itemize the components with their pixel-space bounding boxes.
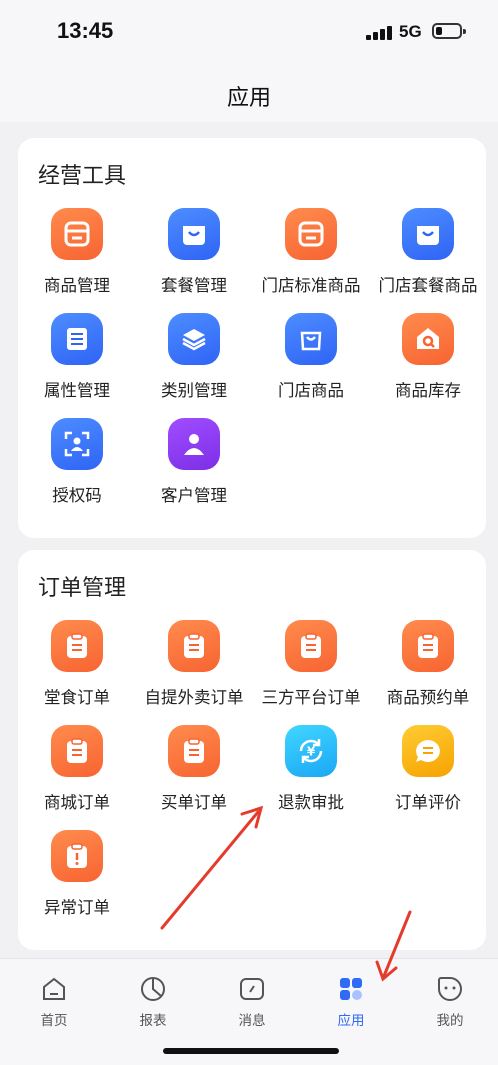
profile-icon: [438, 977, 462, 1001]
app-label: 门店商品: [278, 381, 344, 400]
app-label: 客户管理: [161, 486, 227, 505]
app-label: 自提外卖订单: [144, 688, 244, 707]
tab-profile[interactable]: 我的: [410, 969, 490, 1031]
clipboard-icon: [402, 620, 454, 672]
clipboard-icon: [51, 725, 103, 777]
tab-reports[interactable]: 报表: [113, 969, 193, 1031]
app-product-management[interactable]: 商品管理: [18, 208, 136, 308]
comment-icon: [402, 725, 454, 777]
tab-label: 我的: [436, 1013, 464, 1029]
app-package-management[interactable]: 套餐管理: [135, 208, 253, 308]
app-label: 商品库存: [395, 381, 461, 400]
app-abnormal-orders[interactable]: 异常订单: [18, 830, 136, 930]
app-authorization-code[interactable]: 授权码: [18, 418, 136, 518]
clipboard-icon: [51, 620, 103, 672]
app-category-management[interactable]: 类别管理: [135, 313, 253, 413]
tab-home[interactable]: 首页: [14, 969, 94, 1031]
product-icon: [285, 208, 337, 260]
tab-label: 首页: [40, 1013, 68, 1029]
app-store-standard-product[interactable]: 门店标准商品: [252, 208, 370, 308]
svg-text:¥: ¥: [307, 745, 316, 759]
app-mall-orders[interactable]: 商城订单: [18, 725, 136, 825]
app-label: 门店套餐商品: [378, 276, 478, 295]
section-business-tools: 经营工具 商品管理 套餐管理 门店标准商品 门店套餐商品 属性管理 类别管理 门…: [18, 138, 486, 538]
app-dine-in-orders[interactable]: 堂食订单: [18, 620, 136, 720]
section-title: 经营工具: [38, 164, 127, 189]
app-label: 属性管理: [44, 381, 110, 400]
app-payment-orders[interactable]: 买单订单: [135, 725, 253, 825]
section-order-management: 订单管理 堂食订单 自提外卖订单 三方平台订单 商品预约单 商城订单 买单订单: [18, 550, 486, 950]
app-label: 商品管理: [44, 276, 110, 295]
app-pickup-delivery-orders[interactable]: 自提外卖订单: [135, 620, 253, 720]
app-label: 异常订单: [44, 898, 110, 917]
message-icon: [240, 978, 264, 1000]
clipboard-icon: [168, 725, 220, 777]
status-bar: 13:45 5G: [0, 0, 498, 64]
bag-icon: [402, 208, 454, 260]
app-third-party-orders[interactable]: 三方平台订单: [252, 620, 370, 720]
bag-icon: [168, 208, 220, 260]
app-order-reviews[interactable]: 订单评价: [369, 725, 487, 825]
app-label: 套餐管理: [161, 276, 227, 295]
tab-label: 应用: [337, 1013, 365, 1029]
warehouse-icon: [402, 313, 454, 365]
network-type: 5G: [399, 22, 422, 41]
apps-icon: [340, 978, 362, 1000]
app-label: 类别管理: [161, 381, 227, 400]
clipboard-icon: [285, 620, 337, 672]
app-label: 商品预约单: [386, 688, 470, 707]
alert-clipboard-icon: [51, 830, 103, 882]
shopping-bag-icon: [285, 313, 337, 365]
app-label: 商城订单: [44, 793, 110, 812]
status-time: 13:45: [57, 18, 114, 43]
app-label: 授权码: [52, 486, 102, 505]
tab-messages[interactable]: 消息: [212, 969, 292, 1031]
app-label: 买单订单: [161, 793, 227, 812]
app-label: 三方平台订单: [261, 688, 361, 707]
page-title: 应用: [226, 86, 271, 111]
app-store-product[interactable]: 门店商品: [252, 313, 370, 413]
user-icon: [168, 418, 220, 470]
clipboard-icon: [168, 620, 220, 672]
home-icon: [43, 977, 65, 1000]
app-refund-approval[interactable]: ¥ 退款审批: [252, 725, 370, 825]
product-icon: [51, 208, 103, 260]
list-icon: [51, 313, 103, 365]
pie-chart-icon: [141, 977, 165, 1001]
battery-icon: [432, 23, 466, 39]
tab-label: 报表: [139, 1013, 167, 1029]
refund-icon: ¥: [285, 725, 337, 777]
app-label: 退款审批: [278, 793, 344, 812]
tab-label: 消息: [238, 1013, 266, 1029]
home-indicator: [163, 1048, 339, 1054]
scan-icon: [51, 418, 103, 470]
app-label: 堂食订单: [44, 688, 110, 707]
app-store-package-product[interactable]: 门店套餐商品: [369, 208, 487, 308]
tab-apps[interactable]: 应用: [311, 969, 391, 1031]
app-customer-management[interactable]: 客户管理: [135, 418, 253, 518]
layers-icon: [168, 313, 220, 365]
app-label: 门店标准商品: [261, 276, 361, 295]
app-label: 订单评价: [395, 793, 461, 812]
nav-header: 应用: [0, 64, 498, 122]
app-product-inventory[interactable]: 商品库存: [369, 313, 487, 413]
section-title: 订单管理: [38, 576, 127, 601]
signal-icon: [366, 24, 394, 40]
app-attribute-management[interactable]: 属性管理: [18, 313, 136, 413]
app-product-reservation[interactable]: 商品预约单: [369, 620, 487, 720]
